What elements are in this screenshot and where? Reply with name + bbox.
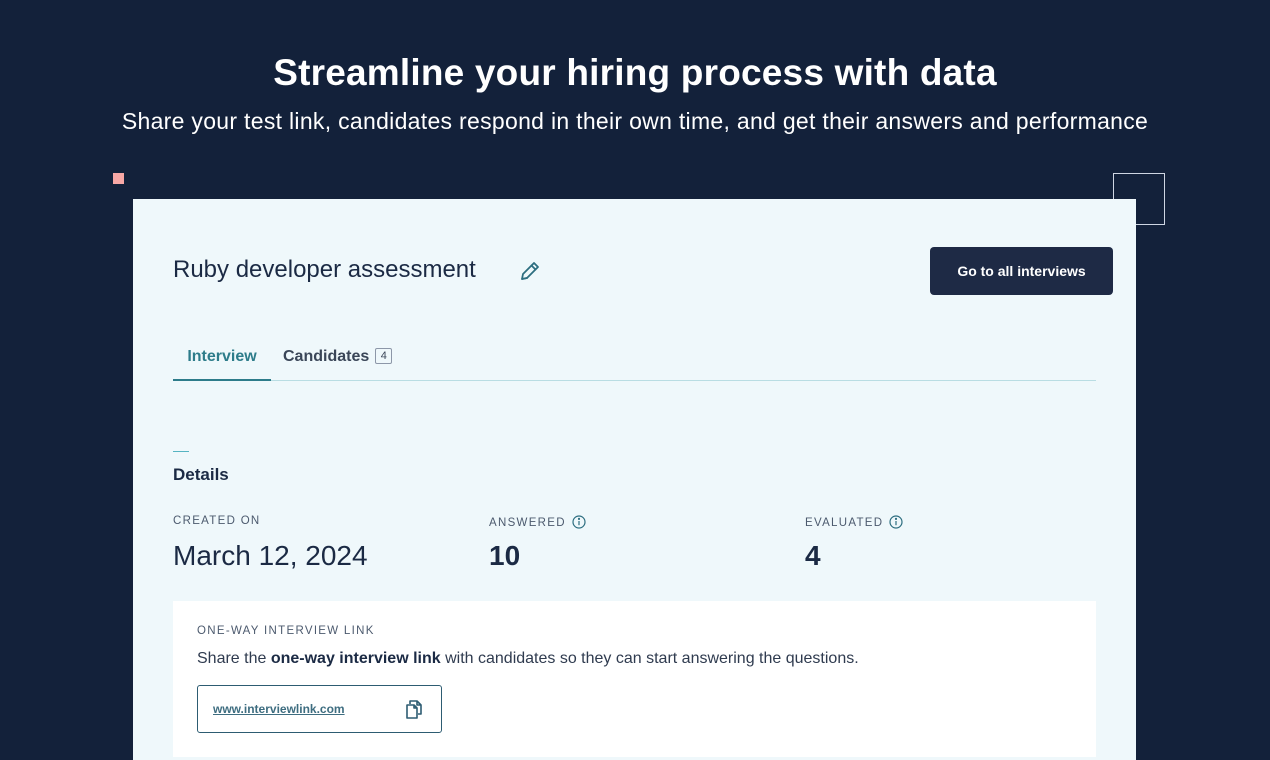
info-icon[interactable] <box>889 515 903 529</box>
answered-value: 10 <box>489 540 521 571</box>
info-icon[interactable] <box>572 515 586 529</box>
hero-title: Streamline your hiring process with data <box>273 52 997 93</box>
decorative-square <box>113 173 124 184</box>
interview-link-label: ONE-WAY INTERVIEW LINK <box>197 625 375 637</box>
copy-icon[interactable] <box>403 698 425 720</box>
answered-label: ANSWERED <box>489 515 586 529</box>
interview-link-url[interactable]: www.interviewlink.com <box>213 702 345 716</box>
tab-interview-label: Interview <box>187 348 257 365</box>
interview-link-description: Share the one-way interview link with ca… <box>197 650 859 667</box>
created-on-label: CREATED ON <box>173 515 261 527</box>
details-heading: Details <box>173 465 229 484</box>
hero-subtitle: Share your test link, candidates respond… <box>121 108 1149 134</box>
interview-title: Ruby developer assessment <box>173 256 476 283</box>
tab-interview[interactable]: Interview <box>173 333 271 381</box>
go-to-all-interviews-button[interactable]: Go to all interviews <box>930 247 1113 295</box>
tab-candidates[interactable]: Candidates 4 <box>283 333 393 381</box>
evaluated-value: 4 <box>805 540 821 571</box>
tab-bar: Interview Candidates 4 <box>173 333 1096 381</box>
evaluated-label: EVALUATED <box>805 515 903 529</box>
section-accent-line <box>173 451 189 452</box>
pencil-icon[interactable] <box>518 259 542 283</box>
interview-link-panel: ONE-WAY INTERVIEW LINK Share the one-way… <box>173 601 1096 757</box>
interview-link-field[interactable]: www.interviewlink.com <box>197 685 442 733</box>
interview-card: Ruby developer assessment Go to all inte… <box>133 199 1136 760</box>
created-on-value: March 12, 2024 <box>173 540 368 571</box>
tab-candidates-label: Candidates <box>283 348 370 365</box>
candidates-count-badge: 4 <box>375 348 393 364</box>
